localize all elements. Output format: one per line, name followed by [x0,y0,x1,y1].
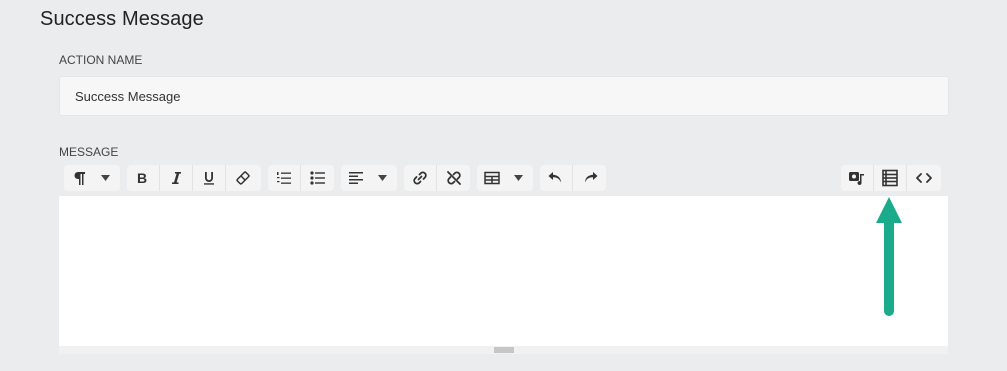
right-tools-group [841,165,941,191]
grip-icon [493,347,514,353]
underline-button[interactable] [193,165,225,191]
action-name-label: ACTION NAME [59,53,143,67]
bold-button[interactable]: B [127,165,159,191]
caret-down-icon [94,165,116,191]
annotation-arrow-icon [876,197,902,316]
eraser-button[interactable] [226,165,259,191]
unlink-button[interactable] [437,165,470,191]
editor-toolbar: B [64,165,944,191]
history-group [540,165,606,191]
undo-button[interactable] [540,165,572,191]
table-icon [477,165,507,191]
pilcrow-icon [64,165,94,191]
link-group [404,165,470,191]
ordered-list-button[interactable] [268,165,300,191]
list-group [268,165,334,191]
section-title: Success Message [40,8,204,30]
table-dropdown[interactable] [477,165,533,191]
message-editor[interactable] [59,196,948,346]
format-group: B [127,165,261,191]
redo-button[interactable] [573,165,606,191]
unordered-list-button[interactable] [301,165,334,191]
template-button[interactable] [874,165,906,191]
svg-text:B: B [137,171,147,185]
code-view-button[interactable] [907,165,940,191]
italic-button[interactable] [160,165,192,191]
link-button[interactable] [404,165,436,191]
message-label: MESSAGE [59,145,119,159]
caret-down-icon [371,165,393,191]
caret-down-icon [507,165,529,191]
editor-resize-handle[interactable] [59,346,948,354]
align-left-icon [341,165,371,191]
media-button[interactable] [841,165,873,191]
action-name-input[interactable] [59,76,949,116]
paragraph-style-dropdown[interactable] [64,165,120,191]
align-dropdown[interactable] [341,165,397,191]
